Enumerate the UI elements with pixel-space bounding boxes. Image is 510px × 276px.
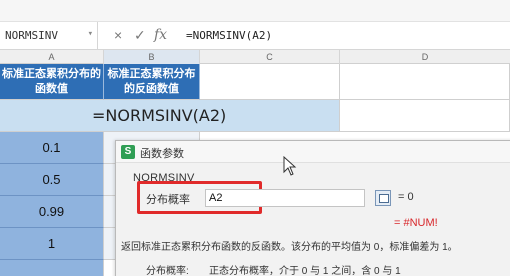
value-cell[interactable]: 0.5	[0, 164, 104, 196]
chevron-down-icon[interactable]: ▾	[88, 29, 93, 39]
cancel-icon[interactable]: ×	[114, 27, 122, 43]
column-headers: A B C D	[0, 50, 510, 64]
range-select-icon[interactable]	[375, 190, 391, 206]
column-header-d[interactable]: D	[340, 50, 510, 64]
formula-bar: NORMSINV ▾ × ✓ fx =NORMSINV(A2)	[0, 22, 510, 50]
function-arguments-dialog: S 函数参数 NORMSINV 分布概率 A2 = 0 = #NUM! 返回标准…	[115, 140, 510, 276]
column-header-a[interactable]: A	[0, 50, 104, 64]
formula-result: = #NUM!	[394, 217, 438, 229]
enter-icon[interactable]: ✓	[134, 27, 146, 44]
value-cell[interactable]	[0, 260, 104, 276]
function-description: 返回标准正态累积分布函数的反函数。该分布的平均值为 0，标准偏差为 1。	[121, 242, 458, 253]
merged-formula-cell[interactable]: =NORMSINV(A2)	[0, 100, 340, 132]
fx-icon[interactable]: fx	[154, 27, 167, 43]
column-header-c[interactable]: C	[200, 50, 340, 64]
argument-input[interactable]: A2	[205, 189, 365, 207]
value-cell[interactable]: 0.1	[0, 132, 104, 164]
value-cell[interactable]: 0.99	[0, 196, 104, 228]
argument-description: 正态分布概率，介于 0 与 1 之间，含 0 与 1	[209, 266, 401, 276]
name-box-value: NORMSINV	[5, 29, 58, 42]
dialog-title: 函数参数	[140, 148, 184, 160]
header-cell-a[interactable]: 标准正态累积分布的函数值	[0, 64, 104, 100]
formula-input[interactable]: =NORMSINV(A2)	[186, 29, 272, 42]
value-cell[interactable]: 1	[0, 228, 104, 260]
mouse-cursor-icon	[283, 156, 297, 176]
formula-controls: × ✓ fx	[100, 22, 176, 49]
name-box[interactable]: NORMSINV ▾	[0, 22, 98, 49]
column-header-b[interactable]: B	[104, 50, 200, 64]
dialog-title-bar[interactable]: S 函数参数	[116, 141, 510, 163]
cell-d1[interactable]	[340, 64, 510, 100]
argument-value-preview: = 0	[398, 191, 414, 203]
argument-label: 分布概率	[146, 194, 190, 206]
header-cell-b[interactable]: 标准正态累积分布的反函数值	[104, 64, 200, 100]
cell-d2[interactable]	[340, 100, 510, 132]
ribbon-strip	[0, 0, 510, 22]
argument-description-label: 分布概率:	[146, 266, 189, 276]
dialog-app-icon: S	[121, 145, 135, 159]
cell-c1[interactable]	[200, 64, 340, 100]
